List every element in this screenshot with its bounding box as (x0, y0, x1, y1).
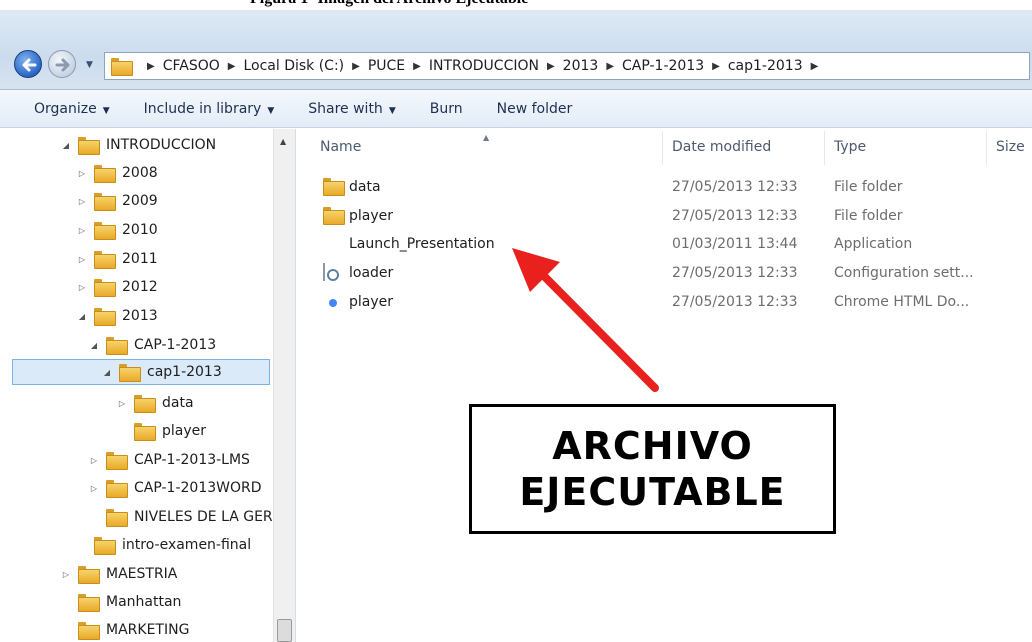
executable-callout: ARCHIVO EJECUTABLE (469, 404, 836, 534)
annotation-arrow (512, 248, 659, 392)
callout-line-2: EJECUTABLE (519, 470, 786, 514)
callout-line-1: ARCHIVO (552, 424, 753, 468)
